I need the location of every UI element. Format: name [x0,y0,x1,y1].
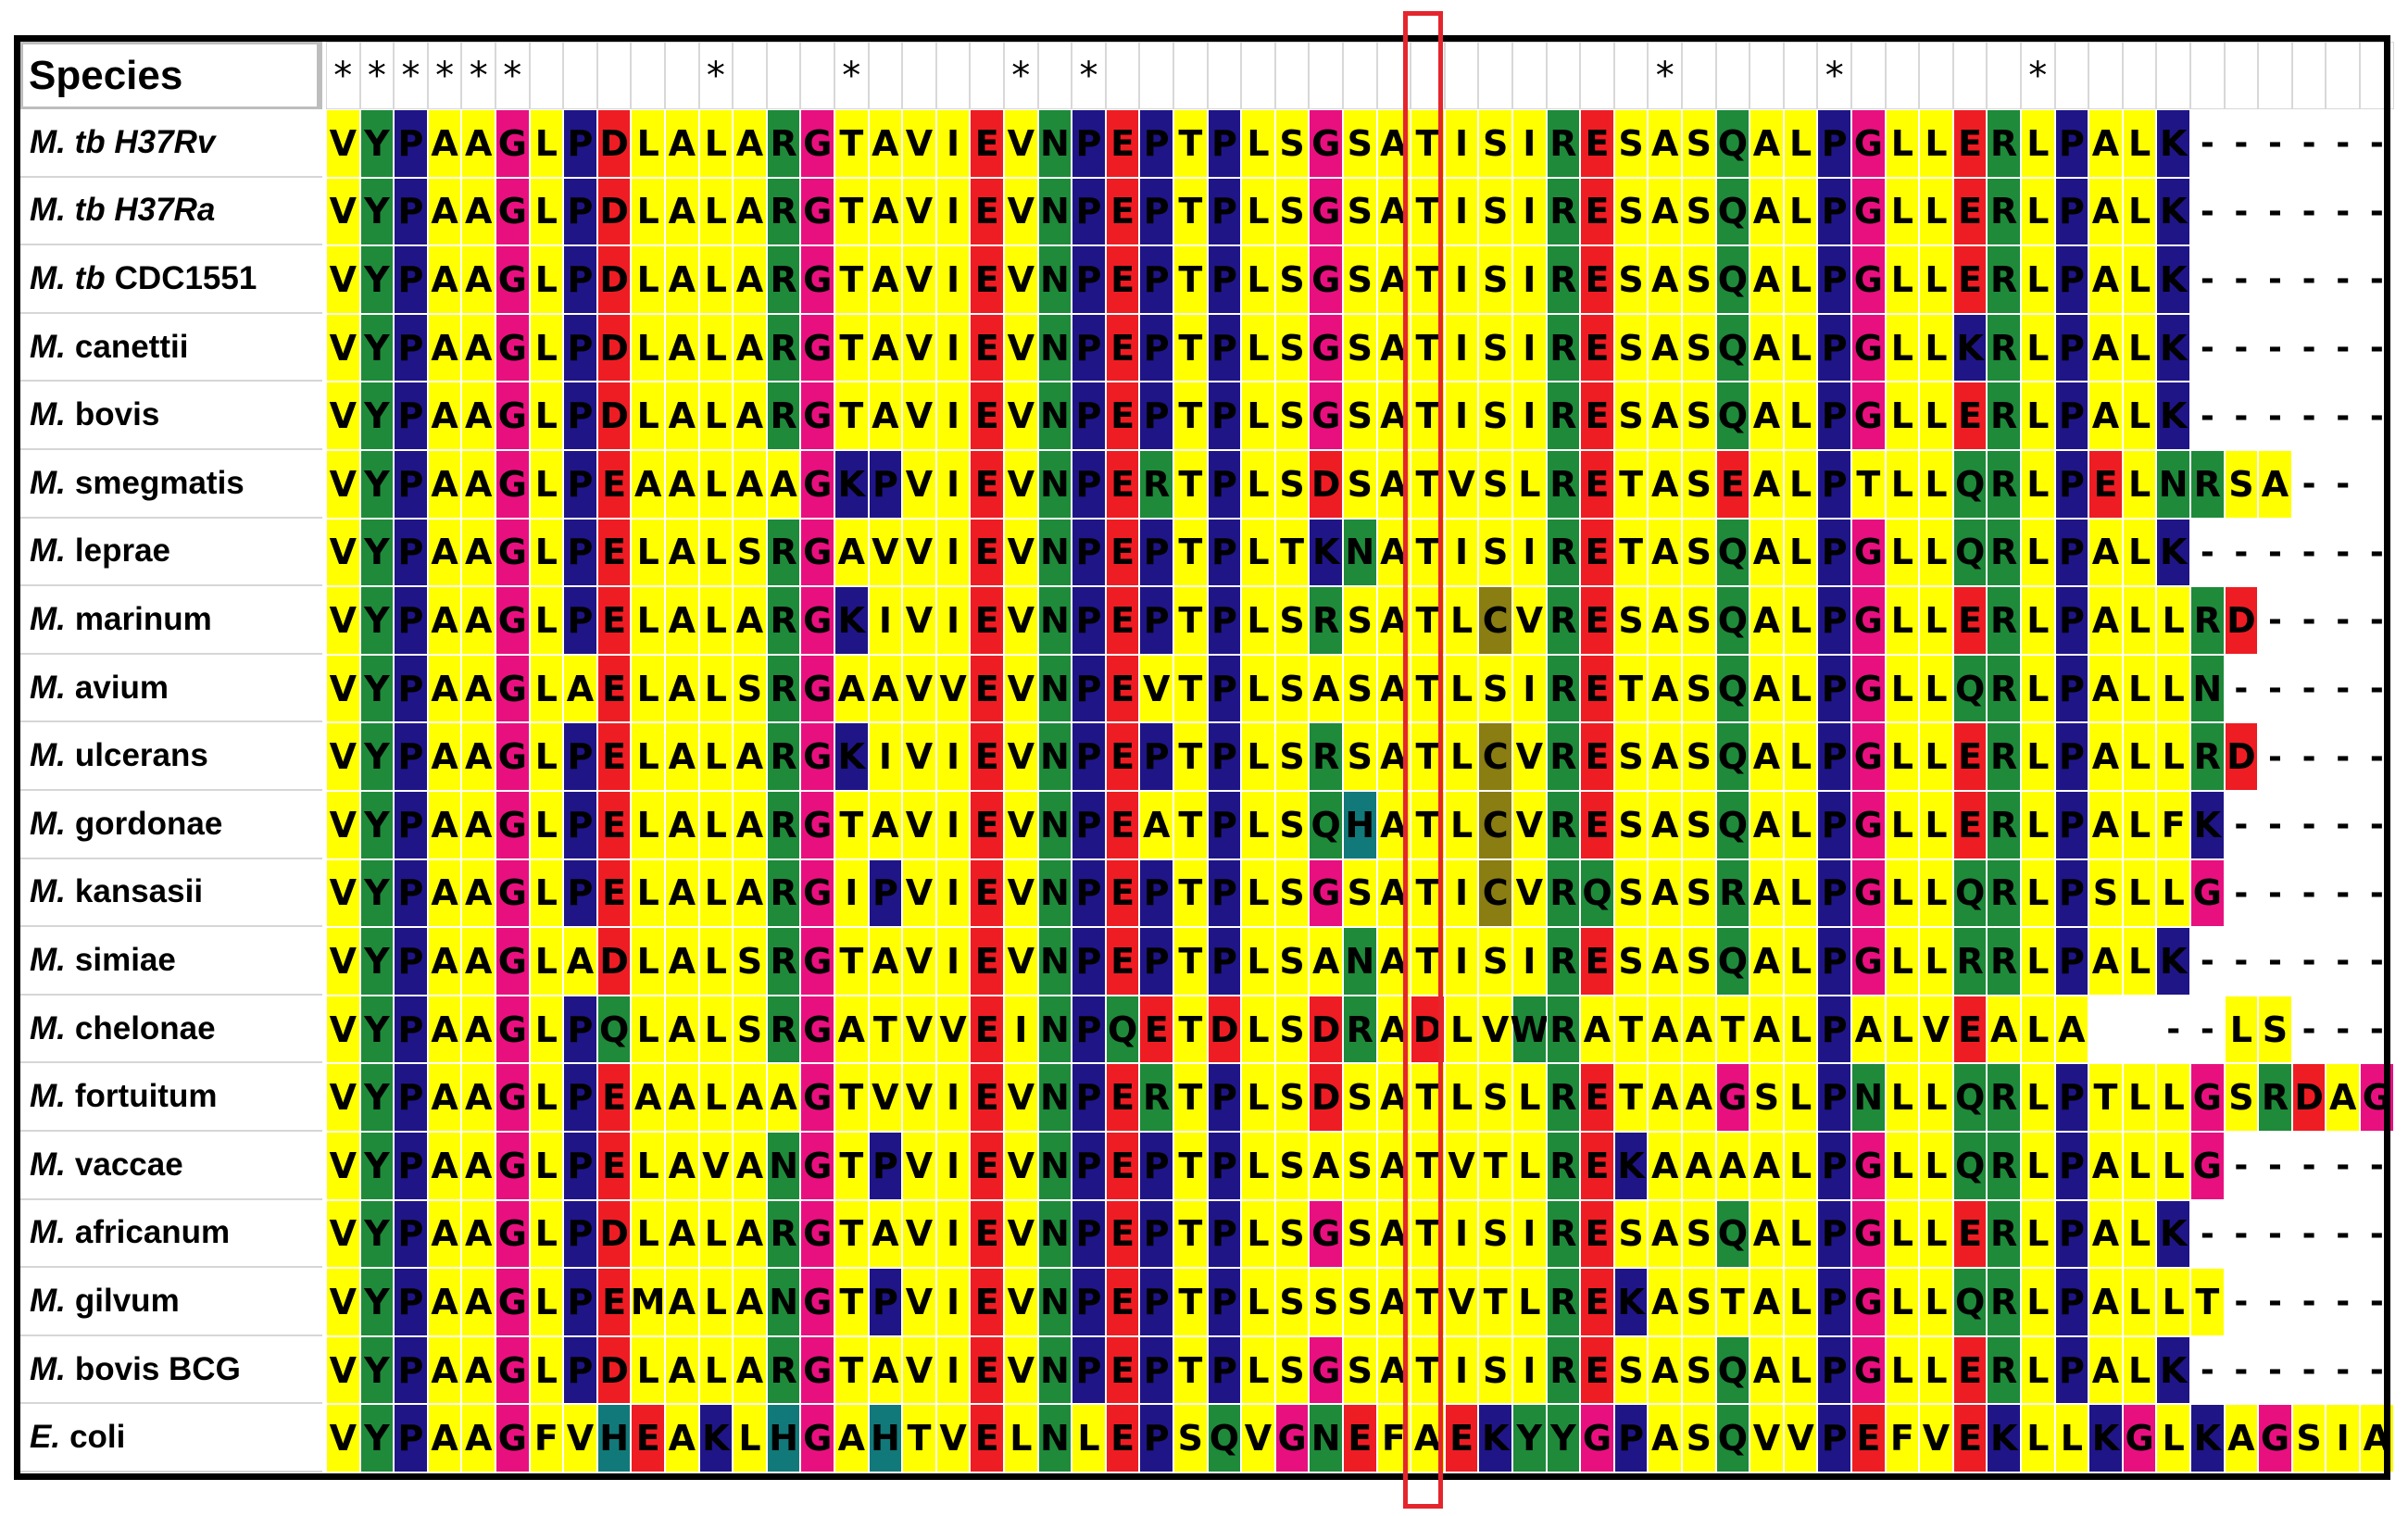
highlighted-column-box [1403,11,1443,1509]
figure-frame [14,35,2390,1480]
alignment-figure: Species M. tb H37Rv M. tb H37Ra M. tb CDC155… [0,0,2408,1516]
